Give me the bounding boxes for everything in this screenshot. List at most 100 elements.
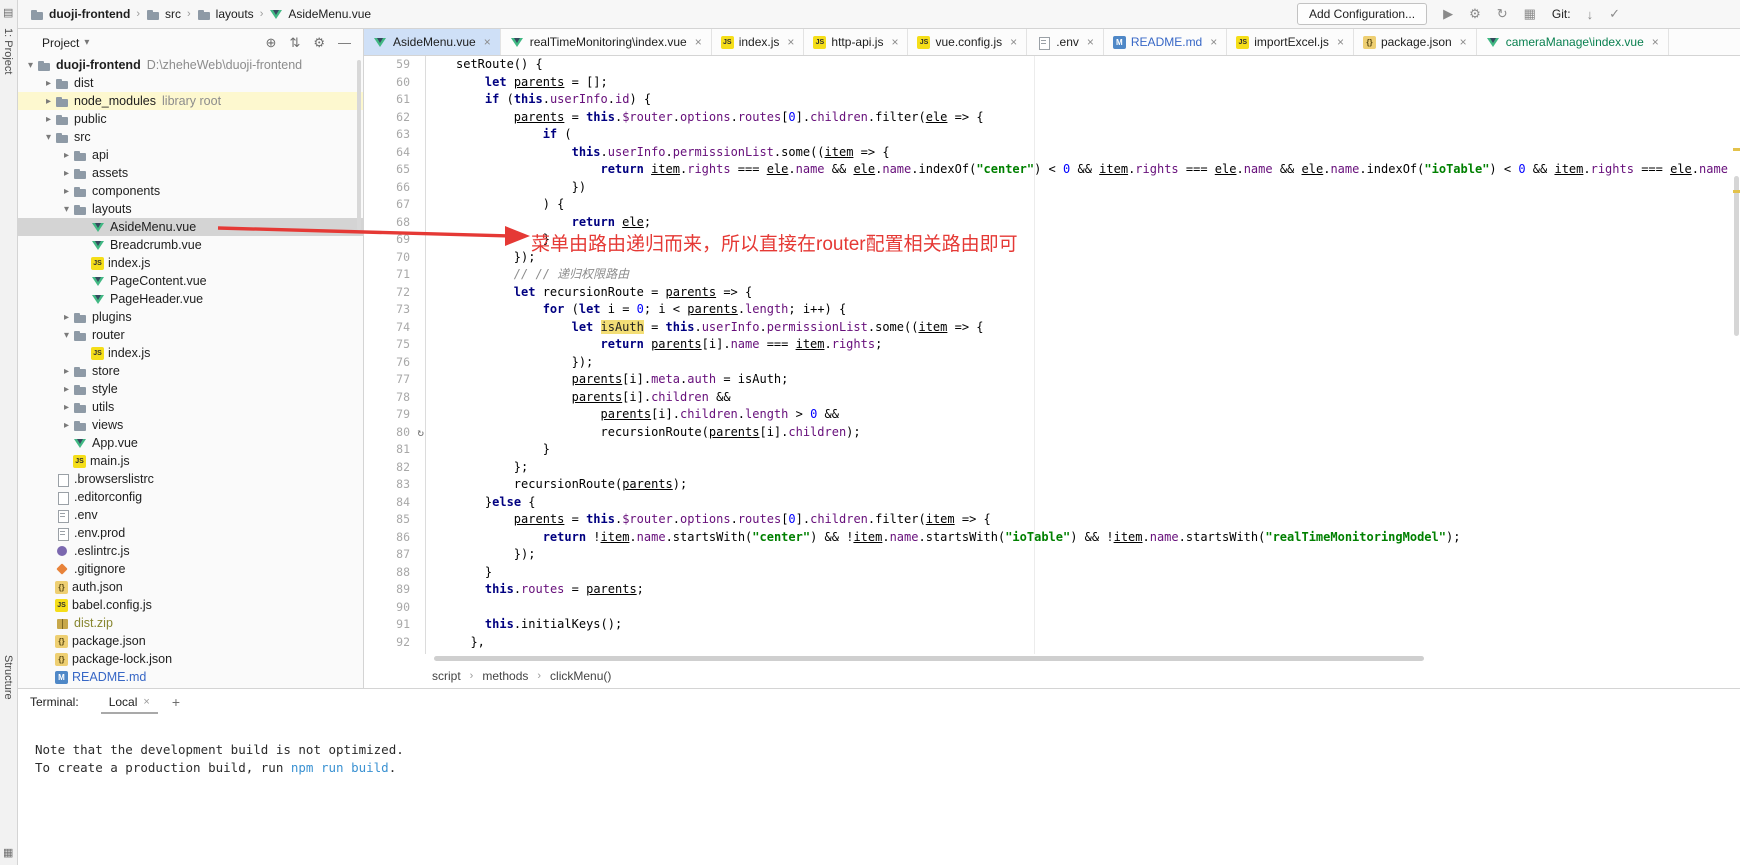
expand-collapse-icon[interactable]: ⇅ [289, 35, 300, 51]
chevron-closed-icon[interactable]: ▸ [60, 420, 73, 431]
tree-item-main.js[interactable]: main.js [18, 452, 363, 470]
tree-item-assets[interactable]: ▸assets [18, 164, 363, 182]
tree-item-.eslintrc.js[interactable]: .eslintrc.js [18, 542, 363, 560]
close-tab-icon[interactable]: × [1337, 35, 1344, 49]
tab-AsideMenu.vue[interactable]: AsideMenu.vue× [364, 29, 501, 55]
close-tab-icon[interactable]: × [1210, 35, 1217, 49]
tab-importExcel.js[interactable]: importExcel.js× [1227, 29, 1354, 55]
chevron-open-icon[interactable]: ▾ [42, 132, 55, 143]
tab-package.json[interactable]: package.json× [1354, 29, 1477, 55]
tree-item-api[interactable]: ▸api [18, 146, 363, 164]
code-editor[interactable]: 59setRoute() {60 let parents = [];61 if … [364, 56, 1740, 654]
breadcrumb-item[interactable]: src [146, 7, 181, 22]
tree-item-dist.zip[interactable]: dist.zip [18, 614, 363, 632]
close-tab-icon[interactable]: × [787, 35, 794, 49]
add-configuration-button[interactable]: Add Configuration... [1297, 3, 1427, 25]
tree-item-babel.config.js[interactable]: babel.config.js [18, 596, 363, 614]
tab-http-api.js[interactable]: http-api.js× [804, 29, 908, 55]
tab-README.md[interactable]: README.md× [1104, 29, 1227, 55]
project-panel-title[interactable]: Project ▾ [42, 36, 89, 50]
tree-item-style[interactable]: ▸style [18, 380, 363, 398]
tree-item-utils[interactable]: ▸utils [18, 398, 363, 416]
tree-item-layouts[interactable]: ▾layouts [18, 200, 363, 218]
tab-vue.config.js[interactable]: vue.config.js× [908, 29, 1027, 55]
tool-window-project-button[interactable]: 1: Project [2, 28, 14, 74]
tree-item-README.md[interactable]: README.md [18, 668, 363, 686]
new-terminal-button[interactable]: + [172, 694, 180, 710]
project-tool-icon[interactable]: ▤ [3, 6, 13, 19]
git-commit-icon[interactable]: ✓ [1609, 6, 1620, 22]
tree-item-AsideMenu.vue[interactable]: AsideMenu.vue [18, 218, 363, 236]
tree-item-duoji-frontend[interactable]: ▾duoji-frontendD:\zheheWeb\duoji-fronten… [18, 56, 363, 74]
tree-item-components[interactable]: ▸components [18, 182, 363, 200]
tree-item-plugins[interactable]: ▸plugins [18, 308, 363, 326]
close-tab-icon[interactable]: × [484, 35, 491, 49]
tree-item-views[interactable]: ▸views [18, 416, 363, 434]
tree-item-public[interactable]: ▸public [18, 110, 363, 128]
tree-item-package.json[interactable]: package.json [18, 632, 363, 650]
tree-item-dist[interactable]: ▸dist [18, 74, 363, 92]
chevron-open-icon[interactable]: ▾ [60, 330, 73, 341]
close-tab-icon[interactable]: × [891, 35, 898, 49]
editor-vertical-scrollbar[interactable] [1734, 176, 1739, 336]
chevron-closed-icon[interactable]: ▸ [42, 96, 55, 107]
project-tree-scrollbar[interactable] [357, 60, 361, 230]
tree-item-store[interactable]: ▸store [18, 362, 363, 380]
locate-file-icon[interactable]: ⊕ [266, 35, 277, 51]
tree-item-index.js[interactable]: index.js [18, 344, 363, 362]
tab-cameraManage\index.vue[interactable]: cameraManage\index.vue× [1477, 29, 1669, 55]
tree-item-App.vue[interactable]: App.vue [18, 434, 363, 452]
breadcrumb-item[interactable]: methods [482, 669, 528, 683]
warning-stripe-mark[interactable] [1733, 190, 1740, 193]
warning-stripe-mark[interactable] [1733, 148, 1740, 151]
breadcrumb-item[interactable]: duoji-frontend [30, 7, 130, 22]
close-tab-icon[interactable]: × [695, 35, 702, 49]
terminal-tab-local[interactable]: Local × [101, 691, 158, 714]
gear-icon[interactable]: ⚙ [313, 35, 325, 51]
tab-index.js[interactable]: index.js× [712, 29, 805, 55]
git-update-icon[interactable]: ↓ [1587, 7, 1594, 22]
chevron-closed-icon[interactable]: ▸ [42, 78, 55, 89]
tree-item-PageHeader.vue[interactable]: PageHeader.vue [18, 290, 363, 308]
chevron-closed-icon[interactable]: ▸ [60, 384, 73, 395]
chevron-closed-icon[interactable]: ▸ [60, 312, 73, 323]
chevron-closed-icon[interactable]: ▸ [60, 168, 73, 179]
breadcrumb-item[interactable]: script [432, 669, 461, 683]
tree-item-.editorconfig[interactable]: .editorconfig [18, 488, 363, 506]
tree-item-.browserslistrc[interactable]: .browserslistrc [18, 470, 363, 488]
tree-item-.env[interactable]: .env [18, 506, 363, 524]
hide-panel-icon[interactable]: — [338, 35, 351, 51]
tree-item-auth.json[interactable]: auth.json [18, 578, 363, 596]
tree-item-src[interactable]: ▾src [18, 128, 363, 146]
close-tab-icon[interactable]: × [1087, 35, 1094, 49]
close-terminal-tab-icon[interactable]: × [143, 696, 149, 708]
tree-item-package-lock.json[interactable]: package-lock.json [18, 650, 363, 668]
tool-windows-grid-icon[interactable]: ▦ [3, 846, 13, 859]
chevron-closed-icon[interactable]: ▸ [60, 366, 73, 377]
close-tab-icon[interactable]: × [1460, 35, 1467, 49]
tree-item-PageContent.vue[interactable]: PageContent.vue [18, 272, 363, 290]
chevron-closed-icon[interactable]: ▸ [60, 186, 73, 197]
tree-item-node_modules[interactable]: ▸node_moduleslibrary root [18, 92, 363, 110]
chevron-closed-icon[interactable]: ▸ [60, 402, 73, 413]
tool-window-structure-button[interactable]: Structure [2, 655, 14, 700]
chevron-closed-icon[interactable]: ▸ [42, 114, 55, 125]
breadcrumb-item[interactable]: layouts [197, 7, 254, 22]
sync-icon[interactable]: ↻ [1497, 6, 1508, 22]
tree-item-index.js[interactable]: index.js [18, 254, 363, 272]
tree-item-Breadcrumb.vue[interactable]: Breadcrumb.vue [18, 236, 363, 254]
settings-icon[interactable]: ⚙ [1469, 6, 1481, 22]
close-tab-icon[interactable]: × [1010, 35, 1017, 49]
panel-divider[interactable] [363, 29, 364, 688]
chevron-open-icon[interactable]: ▾ [60, 204, 73, 215]
breadcrumb-item[interactable]: AsideMenu.vue [269, 7, 371, 22]
breadcrumb-item[interactable]: clickMenu() [550, 669, 611, 683]
scrollbar-thumb[interactable] [434, 656, 1424, 661]
tab-realTimeMonitoring\index.vue[interactable]: realTimeMonitoring\index.vue× [501, 29, 712, 55]
project-tree[interactable]: ▾duoji-frontendD:\zheheWeb\duoji-fronten… [18, 56, 363, 688]
tab-.env[interactable]: .env× [1027, 29, 1104, 55]
recursive-call-icon[interactable]: ↻ [417, 424, 424, 442]
tree-item-router[interactable]: ▾router [18, 326, 363, 344]
chevron-open-icon[interactable]: ▾ [24, 60, 37, 71]
terminal-output[interactable]: Note that the development build is not o… [18, 715, 1740, 777]
